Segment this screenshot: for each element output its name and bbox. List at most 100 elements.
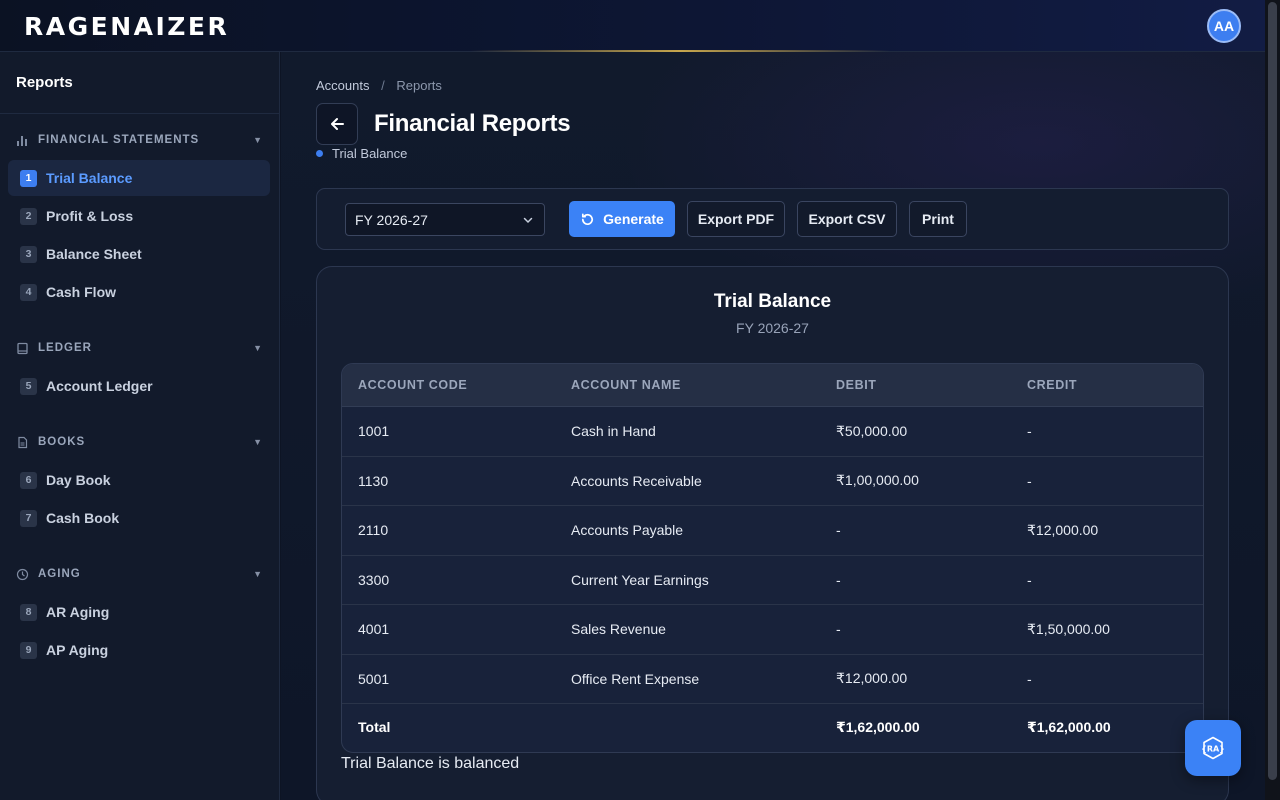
sidebar-item-ap-aging[interactable]: 9 AP Aging <box>8 632 270 668</box>
credit-value: - <box>1027 423 1032 440</box>
report-card: Trial Balance FY 2026-27 ACCOUNT CODE AC… <box>316 266 1229 800</box>
sidebar-item-label: Account Ledger <box>46 378 153 394</box>
clock-icon <box>16 567 30 581</box>
group-label: LEDGER <box>38 342 92 354</box>
caret-down-icon: ▼ <box>253 343 263 353</box>
document-icon <box>16 435 30 449</box>
sidebar-item-label: AR Aging <box>46 604 110 620</box>
table-header: ACCOUNT CODE ACCOUNT NAME DEBIT CREDIT <box>342 364 1203 407</box>
sidebar-item-account-ledger[interactable]: 5 Account Ledger <box>8 368 270 404</box>
total-label: Total <box>358 719 391 735</box>
item-number-badge: 2 <box>20 207 37 225</box>
credit-value: ₹1,50,000.00 <box>1027 620 1110 637</box>
debit-value: ₹1,00,000.00 <box>836 472 919 489</box>
user-avatar[interactable]: AA <box>1207 9 1241 43</box>
breadcrumb-accounts[interactable]: Accounts <box>316 78 369 93</box>
export-csv-button[interactable]: Export CSV <box>797 201 897 237</box>
account-name: Current Year Earnings <box>571 571 709 588</box>
item-number-badge: 4 <box>20 283 37 301</box>
scrollbar-thumb[interactable] <box>1268 2 1277 780</box>
print-button[interactable]: Print <box>909 201 967 237</box>
credit-value: ₹12,000.00 <box>1027 521 1099 538</box>
sidebar-item-label: AP Aging <box>46 642 109 658</box>
sidebar-item-trial-balance[interactable]: 1 Trial Balance <box>8 160 270 196</box>
debit-value: ₹12,000.00 <box>836 670 908 687</box>
sidebar-item-day-book[interactable]: 6 Day Book <box>8 462 270 498</box>
sidebar-item-label: Day Book <box>46 472 111 488</box>
table-row: 4001 Sales Revenue - ₹1,50,000.00 <box>342 605 1203 655</box>
account-code: 1130 <box>358 472 389 489</box>
caret-down-icon: ▼ <box>253 437 263 447</box>
sidebar-item-balance-sheet[interactable]: 3 Balance Sheet <box>8 236 270 272</box>
debit-value: - <box>836 621 841 638</box>
breadcrumb-reports: Reports <box>396 78 442 93</box>
current-report-label: Trial Balance <box>332 146 408 161</box>
item-number-badge: 3 <box>20 245 37 263</box>
breadcrumb-separator: / <box>381 78 385 93</box>
assistant-fab-button[interactable]: {RA} <box>1185 720 1241 776</box>
item-number-badge: 9 <box>20 641 37 659</box>
debit-value: ₹50,000.00 <box>836 422 908 439</box>
group-aging[interactable]: AGING ▼ <box>16 562 263 586</box>
breadcrumb: Accounts / Reports <box>316 78 442 93</box>
sidebar-title: Reports <box>0 52 279 114</box>
debit-value: - <box>836 522 841 539</box>
total-debit: ₹1,62,000.00 <box>836 718 920 735</box>
group-label: AGING <box>38 568 81 580</box>
refresh-icon <box>580 212 595 227</box>
report-title: Trial Balance <box>713 291 832 312</box>
account-code: 5001 <box>358 670 390 687</box>
item-number-badge: 1 <box>20 169 37 187</box>
balance-status-message: Trial Balance is balanced <box>341 755 520 772</box>
sidebar-item-label: Cash Book <box>46 510 120 526</box>
sidebar-item-ar-aging[interactable]: 8 AR Aging <box>8 594 270 630</box>
trial-balance-table: ACCOUNT CODE ACCOUNT NAME DEBIT CREDIT 1… <box>341 363 1204 753</box>
table-total-row: Total ₹1,62,000.00 ₹1,62,000.00 <box>342 704 1203 750</box>
item-number-badge: 7 <box>20 509 37 527</box>
account-code: 3300 <box>358 571 390 588</box>
fiscal-year-value: FY 2026-27 <box>355 211 428 228</box>
total-credit: ₹1,62,000.00 <box>1027 718 1111 735</box>
app-logo[interactable]: RAGENAIZER <box>24 13 229 41</box>
group-books[interactable]: BOOKS ▼ <box>16 430 263 454</box>
item-number-badge: 8 <box>20 603 37 621</box>
table-row: 3300 Current Year Earnings - - <box>342 556 1203 605</box>
bar-chart-icon <box>16 133 30 147</box>
sidebar-item-label: Cash Flow <box>46 284 117 300</box>
sidebar-item-label: Trial Balance <box>46 170 133 186</box>
sidebar-item-profit-loss[interactable]: 2 Profit & Loss <box>8 198 270 234</box>
column-header: ACCOUNT CODE <box>358 378 468 392</box>
assistant-icon: {RA} <box>1201 736 1225 760</box>
credit-value: - <box>1027 472 1032 489</box>
sidebar-item-cash-book[interactable]: 7 Cash Book <box>8 500 270 536</box>
account-code: 4001 <box>358 621 390 638</box>
account-name: Sales Revenue <box>571 621 666 638</box>
table-row: 1001 Cash in Hand ₹50,000.00 - <box>342 407 1203 457</box>
report-toolbar: FY 2026-27 Generate Export PDF Export CS… <box>316 188 1229 250</box>
chevron-down-icon <box>523 217 533 224</box>
report-period: FY 2026-27 <box>736 320 809 336</box>
sidebar-item-cash-flow[interactable]: 4 Cash Flow <box>8 274 270 310</box>
main-content: Accounts / Reports Financial Reports Tri… <box>281 52 1265 800</box>
sidebar: Reports FINANCIAL STATEMENTS ▼ 1 Trial B… <box>0 52 280 800</box>
debit-value: - <box>836 571 841 588</box>
fiscal-year-select[interactable]: FY 2026-27 <box>345 203 545 236</box>
group-ledger[interactable]: LEDGER ▼ <box>16 336 263 360</box>
export-pdf-button[interactable]: Export PDF <box>687 201 785 237</box>
page-title: Financial Reports <box>374 110 571 137</box>
caret-down-icon: ▼ <box>253 135 263 145</box>
back-button[interactable] <box>316 103 358 145</box>
table-row: 5001 Office Rent Expense ₹12,000.00 - <box>342 655 1203 704</box>
group-financial-statements[interactable]: FINANCIAL STATEMENTS ▼ <box>16 128 263 152</box>
account-name: Cash in Hand <box>571 423 656 440</box>
table-row: 1130 Accounts Receivable ₹1,00,000.00 - <box>342 457 1203 506</box>
generate-label: Generate <box>603 211 664 227</box>
status-dot <box>316 150 323 157</box>
column-header: ACCOUNT NAME <box>571 378 681 392</box>
generate-button[interactable]: Generate <box>569 201 675 237</box>
credit-value: - <box>1027 571 1032 588</box>
account-name: Office Rent Expense <box>571 670 700 687</box>
window-scrollbar[interactable] <box>1265 0 1280 800</box>
credit-value: - <box>1027 670 1032 687</box>
item-number-badge: 5 <box>20 377 37 395</box>
